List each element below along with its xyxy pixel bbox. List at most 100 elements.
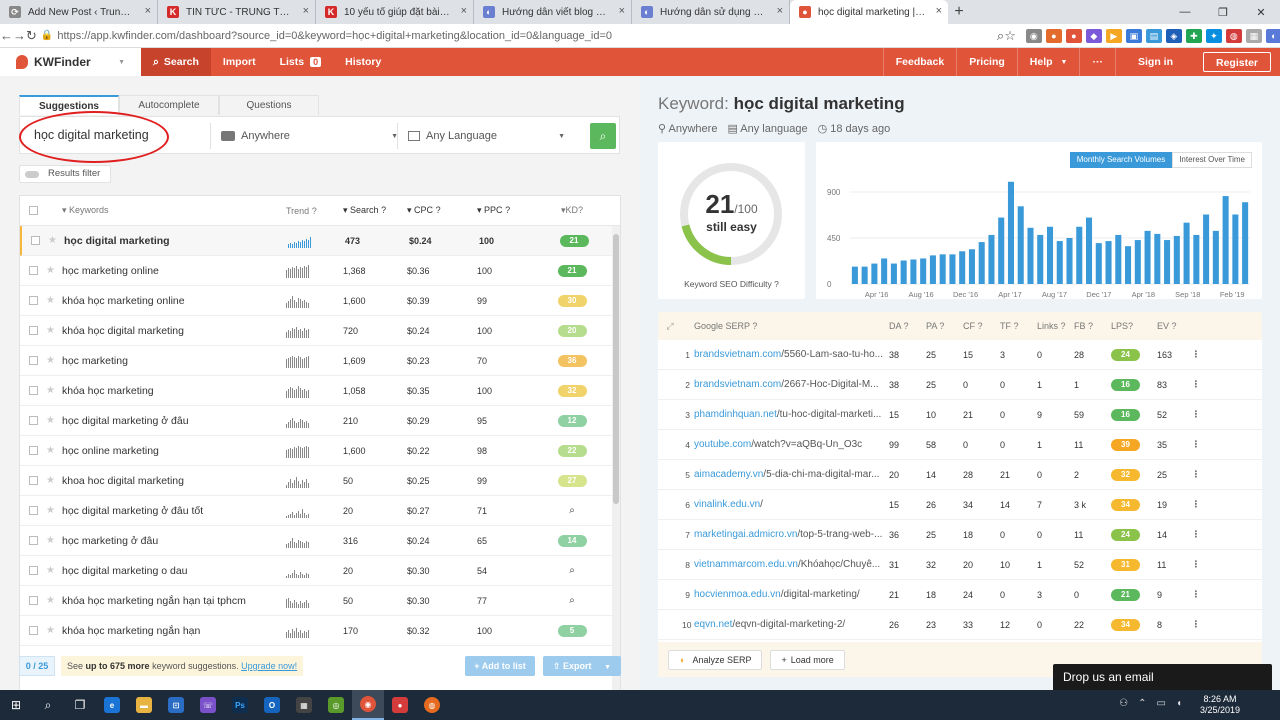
- table-row[interactable]: ★ học marketing ở đâu 316 $0.24 65 14: [20, 526, 620, 556]
- browser-tab[interactable]: ● học digital marketing | KWFinder ×: [790, 0, 948, 24]
- serp-url[interactable]: brandsvietnam.com/2667-Hoc-Digital-M...: [694, 379, 889, 390]
- results-filter-toggle[interactable]: Results filter: [19, 165, 112, 183]
- nav-lists[interactable]: Lists 0: [268, 48, 334, 76]
- serp-row[interactable]: 7 marketingai.admicro.vn/top-5-trang-web…: [658, 520, 1262, 550]
- viber-icon[interactable]: ☏: [192, 690, 224, 720]
- load-more-button[interactable]: + Load more: [770, 649, 845, 670]
- serp-path[interactable]: /eqvn-digital-marketing-2/: [732, 619, 845, 630]
- system-clock[interactable]: 8:26 AM 3/25/2019: [1200, 694, 1240, 716]
- serp-row[interactable]: 6 vinalink.edu.vn/ 15 26 34 14 7 3 k 34 …: [658, 490, 1262, 520]
- serp-domain[interactable]: marketingai.admicro.vn: [694, 529, 797, 540]
- table-row[interactable]: ★ khóa học digital marketing 720 $0.24 1…: [20, 316, 620, 346]
- col-ppc[interactable]: ▾ PPC ?: [477, 205, 547, 216]
- profile-avatar-icon[interactable]: ◐: [1265, 28, 1280, 43]
- table-row[interactable]: ★ khóa học marketing ngắn hạn tại tphcm …: [20, 586, 620, 616]
- col-ev[interactable]: EV ?: [1157, 321, 1187, 331]
- zoom-icon[interactable]: ⌕: [997, 28, 1004, 44]
- star-icon[interactable]: ★: [46, 355, 62, 366]
- row-checkbox[interactable]: [28, 416, 38, 425]
- nav-help[interactable]: Help ▼: [1016, 48, 1080, 76]
- more-options-icon[interactable]: ⋮: [1187, 469, 1205, 480]
- extension-icon[interactable]: ◉: [1025, 28, 1042, 43]
- row-checkbox[interactable]: [28, 356, 38, 365]
- minimize-icon[interactable]: —: [1166, 0, 1204, 24]
- scrollbar-thumb[interactable]: [613, 234, 619, 504]
- upgrade-link[interactable]: Upgrade now!: [241, 661, 297, 671]
- row-checkbox[interactable]: [28, 596, 38, 605]
- row-checkbox[interactable]: [28, 536, 38, 545]
- nav-feedback[interactable]: Feedback: [882, 48, 956, 76]
- serp-domain[interactable]: vietnammarcom.edu.vn: [694, 559, 798, 570]
- outlook-icon[interactable]: O: [256, 690, 288, 720]
- browser-tab[interactable]: ◐ Hướng dẫn sử dụng KWFinder: ×: [632, 0, 790, 24]
- brand-switcher[interactable]: KWFinder ▼: [0, 48, 141, 76]
- row-checkbox[interactable]: [28, 506, 38, 515]
- extension-icon[interactable]: ●: [1045, 28, 1062, 43]
- network-icon[interactable]: ▭: [1157, 698, 1166, 709]
- register-button[interactable]: Register: [1202, 52, 1271, 72]
- serp-path[interactable]: /5-dia-chi-ma-digital-mar...: [763, 469, 879, 480]
- star-icon[interactable]: ★: [46, 385, 62, 396]
- serp-domain[interactable]: aimacademy.vn: [694, 469, 763, 480]
- table-row[interactable]: ★ khóa học marketing online 1,600 $0.39 …: [20, 286, 620, 316]
- url-field[interactable]: 🔒 https://app.kwfinder.com/dashboard?sou…: [37, 27, 997, 45]
- maximize-icon[interactable]: ❐: [1204, 0, 1242, 24]
- search-icon[interactable]: ⌕: [569, 505, 575, 516]
- extension-icon[interactable]: ▦: [1245, 28, 1262, 43]
- star-icon[interactable]: ★: [46, 325, 62, 336]
- row-checkbox[interactable]: [28, 386, 38, 395]
- browser-tab[interactable]: ⟳ Add New Post ‹ Trung tâm Đào tạ ×: [0, 0, 158, 24]
- more-options-icon[interactable]: ⋮: [1187, 619, 1205, 630]
- firefox-icon[interactable]: ◍: [416, 690, 448, 720]
- select-all-checkbox[interactable]: [28, 206, 38, 215]
- reload-icon[interactable]: ↻: [26, 28, 37, 44]
- tab-questions[interactable]: Questions: [219, 95, 319, 115]
- table-row[interactable]: ★ khóa học marketing 1,058 $0.35 100 32: [20, 376, 620, 406]
- nav-more[interactable]: ···: [1079, 48, 1115, 76]
- serp-path[interactable]: /watch?v=aQBq-Un_O3c: [751, 439, 862, 450]
- search-icon[interactable]: ⌕: [569, 565, 575, 576]
- extension-icon[interactable]: ◍: [1225, 28, 1242, 43]
- table-row[interactable]: ★ học digital marketing ở đâu tốt 20 $0.…: [20, 496, 620, 526]
- task-view-icon[interactable]: ❐: [64, 690, 96, 720]
- serp-domain[interactable]: youtube.com: [694, 439, 751, 450]
- serp-domain[interactable]: brandsvietnam.com: [694, 349, 781, 360]
- serp-domain[interactable]: eqvn.net: [694, 619, 732, 630]
- extension-icon[interactable]: ✦: [1205, 28, 1222, 43]
- location-select[interactable]: Anywhere ▼: [210, 123, 410, 149]
- table-row[interactable]: ★ học digital marketing 473 $0.24 100 21: [20, 226, 620, 256]
- search-submit-button[interactable]: ⌕: [590, 123, 616, 149]
- photoshop-icon[interactable]: Ps: [224, 690, 256, 720]
- serp-url[interactable]: phamdinhquan.net/tu-hoc-digital-marketi.…: [694, 409, 889, 420]
- search-icon[interactable]: ⌕: [569, 595, 575, 606]
- forward-icon[interactable]: →: [13, 28, 26, 43]
- serp-url[interactable]: vietnammarcom.edu.vn/Khóahọc/Chuyê...: [694, 559, 889, 570]
- user-icon[interactable]: ⚇: [1119, 698, 1128, 709]
- app-icon[interactable]: ●: [384, 690, 416, 720]
- close-window-icon[interactable]: ✕: [1242, 0, 1280, 24]
- row-checkbox[interactable]: [28, 566, 38, 575]
- more-options-icon[interactable]: ⋮: [1187, 349, 1205, 360]
- col-search[interactable]: ▾ Search ?: [343, 205, 407, 216]
- more-options-icon[interactable]: ⋮: [1187, 589, 1205, 600]
- serp-domain[interactable]: hocvienmoa.edu.vn: [694, 589, 781, 600]
- star-icon[interactable]: ★: [46, 445, 62, 456]
- row-checkbox[interactable]: [28, 626, 38, 635]
- export-button[interactable]: ⇧ Export ▼: [543, 656, 621, 676]
- chevron-up-icon[interactable]: ⌃: [1138, 698, 1146, 709]
- serp-url[interactable]: youtube.com/watch?v=aQBq-Un_O3c: [694, 439, 889, 450]
- serp-path[interactable]: /: [760, 499, 763, 510]
- close-tab-icon[interactable]: ×: [303, 5, 309, 17]
- back-icon[interactable]: ←: [0, 28, 13, 43]
- star-icon[interactable]: ★: [46, 415, 62, 426]
- serp-row[interactable]: 1 brandsvietnam.com/5560-Lam-sao-tu-ho..…: [658, 340, 1262, 370]
- windows-start-icon[interactable]: ⊞: [0, 690, 32, 720]
- extension-icon[interactable]: ✚: [1185, 28, 1202, 43]
- serp-url[interactable]: vinalink.edu.vn/: [694, 499, 889, 510]
- bookmark-star-icon[interactable]: ☆: [1004, 28, 1016, 44]
- close-tab-icon[interactable]: ×: [461, 5, 467, 17]
- col-lps[interactable]: LPS ?: [1111, 321, 1157, 331]
- col-pa[interactable]: PA ?: [926, 321, 963, 331]
- volume-icon[interactable]: ◖: [1176, 698, 1182, 709]
- table-row[interactable]: ★ học digital marketing o dau 20 $0.30 5…: [20, 556, 620, 586]
